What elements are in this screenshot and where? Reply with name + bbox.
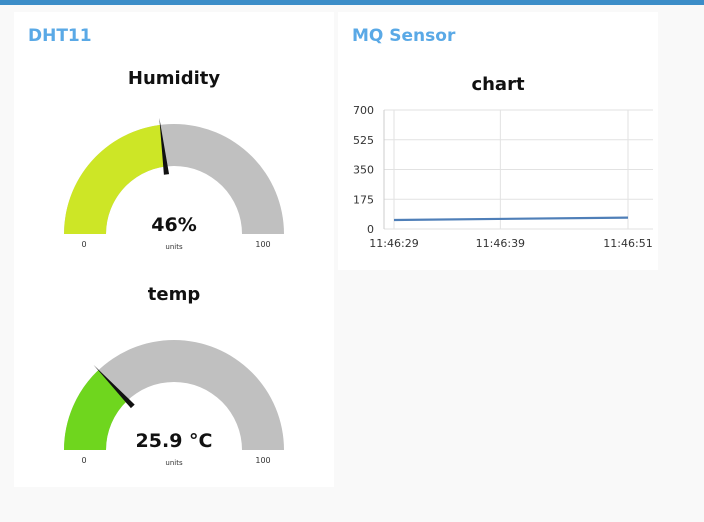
gauge-value: 46%	[151, 214, 196, 236]
y-axis: 700 525 350 175 0	[353, 104, 374, 236]
series-line	[393, 216, 629, 222]
line-chart: 700 525 350 175 0 11:46:29 11:46:39 11:46:51	[353, 104, 653, 250]
temp-gauge: temp 25.9 °C units 0 100	[14, 280, 334, 470]
chart-series	[393, 216, 629, 222]
gauge-svg: 46% units 0 100	[64, 117, 284, 251]
y-tick-label: 525	[353, 134, 374, 147]
x-tick-label: 11:46:29	[369, 237, 418, 250]
chart-grid	[383, 109, 653, 230]
top-bar	[0, 0, 704, 5]
gauge-units: units	[165, 459, 183, 467]
group-mq-sensor: MQ Sensor chart 700 525 350 175 0 11:46:29 11…	[338, 12, 658, 270]
gauge-min: 0	[81, 240, 86, 249]
y-tick-label: 175	[353, 193, 374, 206]
x-tick-label: 11:46:39	[476, 237, 525, 250]
gauge-value: 25.9 °C	[136, 430, 213, 452]
group-dht11: DHT11 Humidity 46% units 0 100 temp 25.9…	[14, 12, 334, 487]
y-tick-label: 350	[353, 164, 374, 177]
gauge-svg: 25.9 °C units 0 100	[64, 340, 284, 467]
gauge-max: 100	[255, 456, 270, 465]
x-tick-label: 11:46:51	[603, 237, 652, 250]
humidity-gauge: Humidity 46% units 0 100	[14, 64, 334, 254]
group-title: DHT11	[28, 26, 92, 46]
gauge-units: units	[165, 243, 183, 251]
gauge-value-arc	[64, 124, 166, 234]
gauge-max: 100	[255, 240, 270, 249]
x-axis: 11:46:29 11:46:39 11:46:51	[369, 237, 652, 250]
y-tick-label: 700	[353, 104, 374, 117]
gauge-min: 0	[81, 456, 86, 465]
y-tick-label: 0	[367, 223, 374, 236]
